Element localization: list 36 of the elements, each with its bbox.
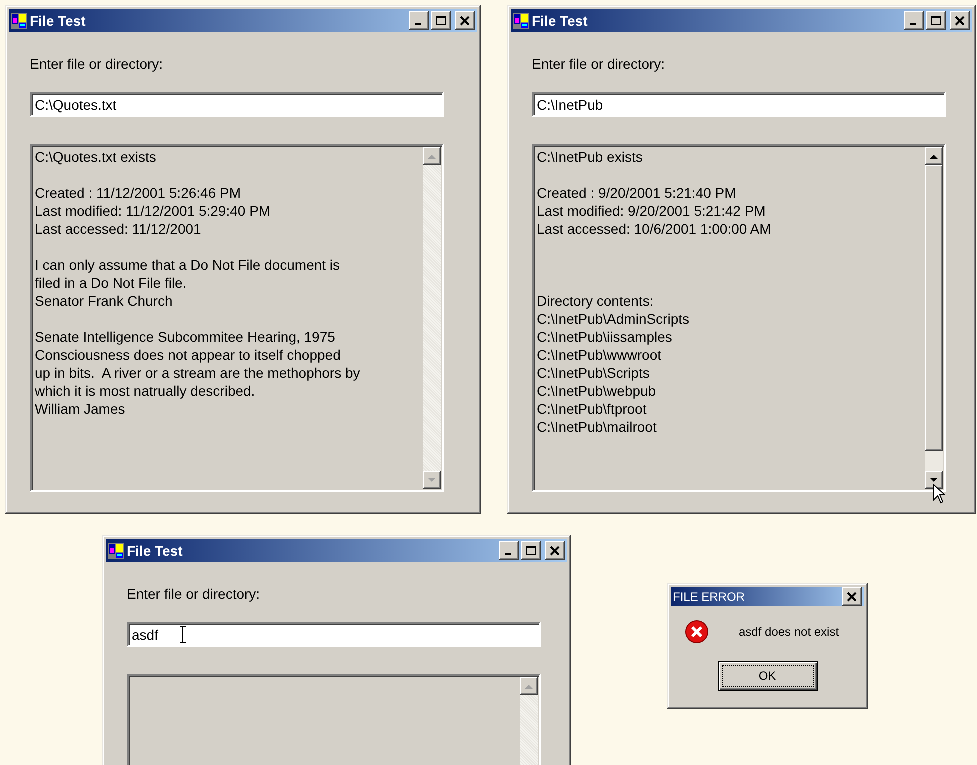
output-line: Last accessed: 10/6/2001 1:00:00 AM — [537, 220, 772, 238]
output-line: Senator Frank Church — [35, 292, 174, 310]
ok-button[interactable]: OK — [718, 661, 818, 691]
output-line: Senate Intelligence Subcommitee Hearing, 1975 — [35, 328, 336, 346]
output-line: Directory contents: — [537, 292, 655, 310]
output-line: C:\InetPub\AdminScripts — [537, 310, 691, 328]
output-line: I can only assume that a Do Not File document is — [35, 256, 342, 274]
prompt-label: Enter file or directory: — [30, 56, 164, 72]
prompt-label: Enter file or directory: — [532, 56, 666, 72]
output-line: Created : 11/12/2001 5:26:46 PM — [35, 184, 242, 202]
path-input[interactable]: C:\Quotes.txt — [30, 92, 444, 117]
path-input[interactable]: asdf — [127, 622, 541, 647]
dialog-title: FILE ERROR — [673, 590, 746, 604]
window-title: File Test — [532, 12, 589, 28]
output-line: C:\InetPub\ftproot — [537, 400, 648, 418]
output-line: Consciousness does not appear to itself chopped — [35, 346, 342, 364]
output-line: C:\InetPub\Scripts — [537, 364, 651, 382]
output-line: C:\InetPub\wwwroot — [537, 346, 662, 364]
output-line: up in bits. A river or a stream are the methophors by — [35, 364, 362, 382]
output-line: C:\InetPub exists — [537, 148, 644, 166]
output-line: Created : 9/20/2001 5:21:40 PM — [537, 184, 738, 202]
output-line: filed in a Do Not File file. — [35, 274, 188, 292]
output-line: Last modified: 9/20/2001 5:21:42 PM — [537, 202, 767, 220]
output-line: C:\InetPub\mailroot — [537, 418, 658, 436]
output-line: C:\InetPub\webpub — [537, 382, 658, 400]
output-line: C:\Quotes.txt exists — [35, 148, 158, 166]
output-line: C:\InetPub\iissamples — [537, 328, 674, 346]
error-message: asdf does not exist — [739, 625, 840, 639]
window-title: File Test — [30, 12, 87, 28]
window-title: File Test — [127, 542, 184, 558]
output-line: Last modified: 11/12/2001 5:29:40 PM — [35, 202, 272, 220]
prompt-label: Enter file or directory: — [127, 586, 262, 602]
path-input[interactable]: C:\InetPub — [532, 92, 946, 117]
output-line: William James — [35, 400, 126, 418]
output-line: Last accessed: 11/12/2001 — [35, 220, 202, 238]
output-line: which it is most natrually described. — [35, 382, 256, 400]
